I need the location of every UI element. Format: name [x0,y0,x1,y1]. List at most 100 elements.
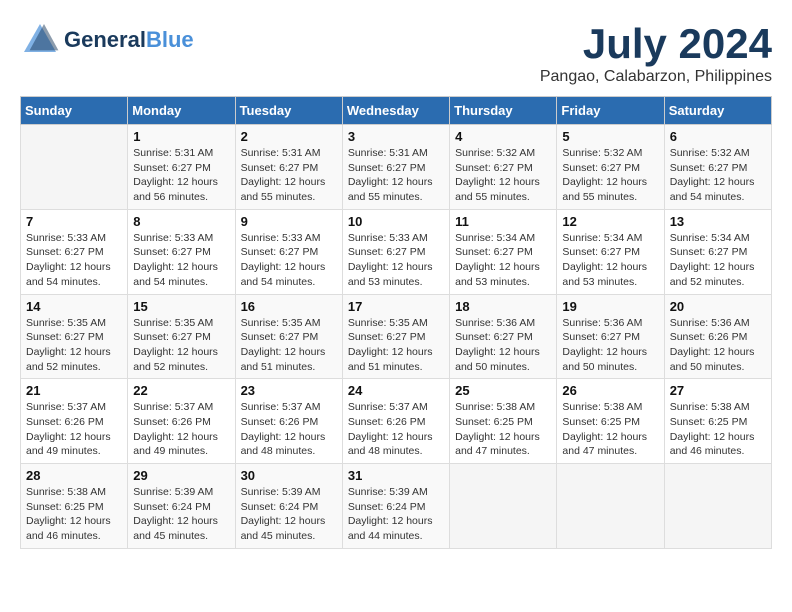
day-cell: 28Sunrise: 5:38 AMSunset: 6:25 PMDayligh… [21,464,128,549]
day-number: 10 [348,214,444,229]
day-number: 15 [133,299,229,314]
day-number: 28 [26,468,122,483]
week-row-2: 7 Sunrise: 5:33 AMSunset: 6:27 PMDaylight… [21,209,772,294]
day-info: Sunrise: 5:37 AMSunset: 6:26 PMDaylight:… [133,400,229,459]
day-info: Sunrise: 5:32 AMSunset: 6:27 PMDaylight:… [562,146,658,205]
week-row-5: 28Sunrise: 5:38 AMSunset: 6:25 PMDayligh… [21,464,772,549]
day-info: Sunrise: 5:32 AMSunset: 6:27 PMDaylight:… [670,146,766,205]
day-info: Sunrise: 5:33 AMSunset: 6:27 PMDaylight:… [348,231,444,290]
day-cell: 8 Sunrise: 5:33 AMSunset: 6:27 PMDaylight… [128,209,235,294]
logo-text: GeneralBlue [64,28,194,52]
day-cell [21,125,128,210]
day-number: 5 [562,129,658,144]
day-number: 31 [348,468,444,483]
day-cell: 26 Sunrise: 5:38 AMSunset: 6:25 PMDayligh… [557,379,664,464]
month-title: July 2024 [540,20,772,68]
day-cell: 24 Sunrise: 5:37 AMSunset: 6:26 PMDayligh… [342,379,449,464]
day-cell: 22 Sunrise: 5:37 AMSunset: 6:26 PMDayligh… [128,379,235,464]
day-number: 8 [133,214,229,229]
header-cell-saturday: Saturday [664,97,771,125]
day-cell: 29Sunrise: 5:39 AMSunset: 6:24 PMDayligh… [128,464,235,549]
day-info: Sunrise: 5:31 AMSunset: 6:27 PMDaylight:… [133,146,229,205]
day-cell: 23 Sunrise: 5:37 AMSunset: 6:26 PMDayligh… [235,379,342,464]
day-info: Sunrise: 5:35 AMSunset: 6:27 PMDaylight:… [133,316,229,375]
day-number: 20 [670,299,766,314]
day-number: 21 [26,383,122,398]
day-cell [557,464,664,549]
day-info: Sunrise: 5:33 AMSunset: 6:27 PMDaylight:… [26,231,122,290]
day-info: Sunrise: 5:39 AMSunset: 6:24 PMDaylight:… [348,485,444,544]
day-info: Sunrise: 5:33 AMSunset: 6:27 PMDaylight:… [133,231,229,290]
day-cell: 3 Sunrise: 5:31 AMSunset: 6:27 PMDaylight… [342,125,449,210]
day-cell: 16Sunrise: 5:35 AMSunset: 6:27 PMDayligh… [235,294,342,379]
day-number: 24 [348,383,444,398]
day-number: 12 [562,214,658,229]
day-info: Sunrise: 5:37 AMSunset: 6:26 PMDaylight:… [26,400,122,459]
day-number: 2 [241,129,337,144]
header-cell-wednesday: Wednesday [342,97,449,125]
day-number: 17 [348,299,444,314]
day-cell: 10 Sunrise: 5:33 AMSunset: 6:27 PMDayligh… [342,209,449,294]
day-cell: 2 Sunrise: 5:31 AMSunset: 6:27 PMDaylight… [235,125,342,210]
logo-icon [20,20,60,60]
day-info: Sunrise: 5:37 AMSunset: 6:26 PMDaylight:… [241,400,337,459]
header-row: SundayMondayTuesdayWednesdayThursdayFrid… [21,97,772,125]
location-subtitle: Pangao, Calabarzon, Philippines [540,68,772,86]
day-number: 6 [670,129,766,144]
day-cell: 9Sunrise: 5:33 AMSunset: 6:27 PMDaylight… [235,209,342,294]
day-info: Sunrise: 5:34 AMSunset: 6:27 PMDaylight:… [455,231,551,290]
day-info: Sunrise: 5:37 AMSunset: 6:26 PMDaylight:… [348,400,444,459]
day-cell: 12 Sunrise: 5:34 AMSunset: 6:27 PMDayligh… [557,209,664,294]
day-info: Sunrise: 5:31 AMSunset: 6:27 PMDaylight:… [348,146,444,205]
header-cell-tuesday: Tuesday [235,97,342,125]
day-info: Sunrise: 5:35 AMSunset: 6:27 PMDaylight:… [26,316,122,375]
day-cell: 7 Sunrise: 5:33 AMSunset: 6:27 PMDaylight… [21,209,128,294]
day-number: 14 [26,299,122,314]
day-info: Sunrise: 5:34 AMSunset: 6:27 PMDaylight:… [562,231,658,290]
day-info: Sunrise: 5:35 AMSunset: 6:27 PMDaylight:… [348,316,444,375]
day-cell: 11 Sunrise: 5:34 AMSunset: 6:27 PMDayligh… [450,209,557,294]
day-info: Sunrise: 5:31 AMSunset: 6:27 PMDaylight:… [241,146,337,205]
day-cell: 18Sunrise: 5:36 AMSunset: 6:27 PMDayligh… [450,294,557,379]
day-cell: 15 Sunrise: 5:35 AMSunset: 6:27 PMDayligh… [128,294,235,379]
day-number: 7 [26,214,122,229]
day-number: 3 [348,129,444,144]
day-info: Sunrise: 5:32 AMSunset: 6:27 PMDaylight:… [455,146,551,205]
calendar-table: SundayMondayTuesdayWednesdayThursdayFrid… [20,96,772,549]
day-cell [664,464,771,549]
day-number: 4 [455,129,551,144]
day-number: 27 [670,383,766,398]
day-number: 1 [133,129,229,144]
day-cell: 31 Sunrise: 5:39 AMSunset: 6:24 PMDayligh… [342,464,449,549]
day-cell: 20Sunrise: 5:36 AMSunset: 6:26 PMDayligh… [664,294,771,379]
day-info: Sunrise: 5:36 AMSunset: 6:27 PMDaylight:… [455,316,551,375]
day-cell: 4 Sunrise: 5:32 AMSunset: 6:27 PMDaylight… [450,125,557,210]
day-number: 19 [562,299,658,314]
day-info: Sunrise: 5:39 AMSunset: 6:24 PMDaylight:… [133,485,229,544]
day-cell: 17 Sunrise: 5:35 AMSunset: 6:27 PMDayligh… [342,294,449,379]
title-block: July 2024 Pangao, Calabarzon, Philippine… [540,20,772,86]
day-number: 23 [241,383,337,398]
day-number: 22 [133,383,229,398]
day-cell: 25Sunrise: 5:38 AMSunset: 6:25 PMDayligh… [450,379,557,464]
day-number: 11 [455,214,551,229]
day-info: Sunrise: 5:34 AMSunset: 6:27 PMDaylight:… [670,231,766,290]
day-number: 13 [670,214,766,229]
header-cell-sunday: Sunday [21,97,128,125]
day-cell: 30Sunrise: 5:39 AMSunset: 6:24 PMDayligh… [235,464,342,549]
day-info: Sunrise: 5:38 AMSunset: 6:25 PMDaylight:… [455,400,551,459]
day-info: Sunrise: 5:38 AMSunset: 6:25 PMDaylight:… [562,400,658,459]
header-cell-friday: Friday [557,97,664,125]
day-number: 26 [562,383,658,398]
day-info: Sunrise: 5:35 AMSunset: 6:27 PMDaylight:… [241,316,337,375]
week-row-1: 1 Sunrise: 5:31 AMSunset: 6:27 PMDaylight… [21,125,772,210]
header-cell-monday: Monday [128,97,235,125]
day-info: Sunrise: 5:36 AMSunset: 6:27 PMDaylight:… [562,316,658,375]
day-number: 30 [241,468,337,483]
day-cell: 27Sunrise: 5:38 AMSunset: 6:25 PMDayligh… [664,379,771,464]
day-cell: 13 Sunrise: 5:34 AMSunset: 6:27 PMDayligh… [664,209,771,294]
day-cell: 14 Sunrise: 5:35 AMSunset: 6:27 PMDayligh… [21,294,128,379]
day-info: Sunrise: 5:33 AMSunset: 6:27 PMDaylight:… [241,231,337,290]
day-cell: 1 Sunrise: 5:31 AMSunset: 6:27 PMDaylight… [128,125,235,210]
day-cell: 21 Sunrise: 5:37 AMSunset: 6:26 PMDayligh… [21,379,128,464]
